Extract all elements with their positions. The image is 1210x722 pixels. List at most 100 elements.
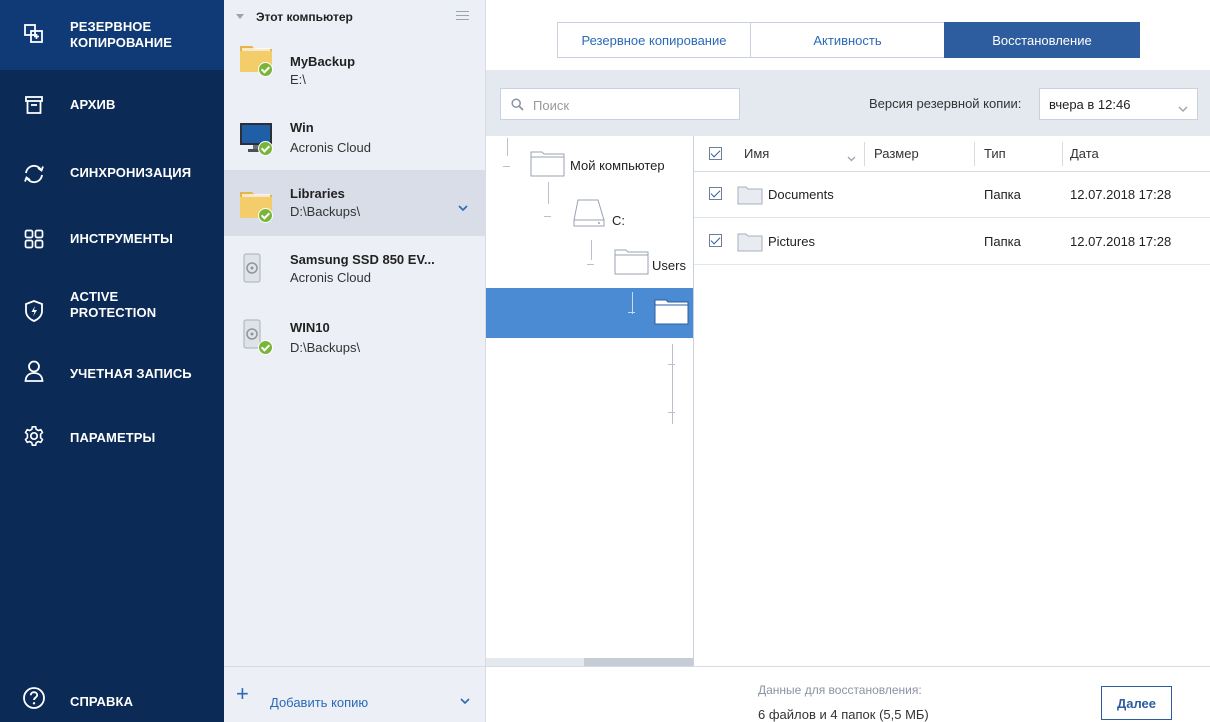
tree-node-label: Users xyxy=(652,258,686,273)
tree-connector xyxy=(544,216,551,217)
file-type: Папка xyxy=(984,187,1021,202)
recovery-view: Резервное копирование Активность Восстан… xyxy=(486,0,1210,722)
backup-item-libraries[interactable]: Libraries D:\Backups\ xyxy=(224,170,486,236)
folder-icon xyxy=(654,298,690,329)
column-separator[interactable] xyxy=(864,142,865,166)
backup-item-name: MyBackup xyxy=(290,54,356,69)
chevron-down-icon[interactable] xyxy=(460,693,470,708)
column-date[interactable]: Дата xyxy=(1070,146,1099,161)
file-name: Pictures xyxy=(768,234,815,249)
backup-item-location: D:\Backups\ xyxy=(290,204,361,219)
search-input[interactable]: Поиск xyxy=(500,88,740,120)
backup-item-win10[interactable]: WIN10 D:\Backups\ xyxy=(224,304,486,370)
row-checkbox[interactable] xyxy=(709,187,722,200)
folder-icon xyxy=(737,185,763,208)
folder-icon xyxy=(737,232,763,255)
shield-bolt-icon xyxy=(22,299,46,323)
backup-item-win[interactable]: Win Acronis Cloud xyxy=(224,100,486,166)
nav-item-label: Архив xyxy=(70,97,116,112)
backup-version-dropdown[interactable]: вчера в 12:46 xyxy=(1039,88,1198,120)
column-name[interactable]: Имя xyxy=(744,146,769,161)
backup-item-location: E:\ xyxy=(290,72,306,87)
nav-item-label: Учетная запись xyxy=(70,366,192,381)
monitor-icon xyxy=(238,120,278,160)
tree-connector xyxy=(668,364,675,365)
file-date: 12.07.2018 17:28 xyxy=(1070,234,1172,249)
chevron-down-icon xyxy=(1178,101,1188,116)
nav-item-active-protection[interactable]: Active Protection xyxy=(0,282,224,340)
main-navigation: Резервное копирование Архив Синхронизаци… xyxy=(0,0,224,722)
nav-item-label: Параметры xyxy=(70,430,156,445)
scrollbar-thumb[interactable] xyxy=(584,658,693,666)
tree-connector xyxy=(587,264,594,265)
backup-item-name: Win xyxy=(290,120,314,135)
tree-node-users[interactable]: Users xyxy=(614,246,693,280)
nav-item-account[interactable]: Учетная запись xyxy=(0,350,224,396)
backup-item-location: D:\Backups\ xyxy=(290,340,361,355)
tree-connector xyxy=(628,312,635,313)
check-badge-icon xyxy=(258,62,273,77)
column-separator[interactable] xyxy=(974,142,975,166)
file-row-documents[interactable]: Documents Папка 12.07.2018 17:28 xyxy=(694,172,1210,218)
backup-item-mybackup[interactable]: MyBackup E:\ xyxy=(224,22,486,88)
add-backup-button[interactable]: + Добавить копию xyxy=(224,666,486,722)
column-size[interactable]: Размер xyxy=(874,146,919,161)
help-circle-icon xyxy=(22,686,46,710)
backup-version-label: Версия резервной копии: xyxy=(869,96,1022,111)
tree-connector xyxy=(507,138,508,156)
row-checkbox[interactable] xyxy=(709,234,722,247)
nav-item-backup[interactable]: Резервное копирование xyxy=(0,0,224,70)
sort-chevron-icon[interactable] xyxy=(847,150,856,165)
folder-icon xyxy=(238,186,278,226)
column-type[interactable]: Тип xyxy=(984,146,1006,161)
column-separator[interactable] xyxy=(1062,142,1063,166)
nav-item-settings[interactable]: Параметры xyxy=(0,414,224,460)
backup-item-samsung-ssd[interactable]: Samsung SSD 850 EV... Acronis Cloud xyxy=(224,238,486,304)
recovery-toolbar: Поиск Версия резервной копии: вчера в 12… xyxy=(486,70,1210,136)
tree-node-selected-folder[interactable] xyxy=(486,288,693,338)
next-button[interactable]: Далее xyxy=(1101,686,1172,720)
nav-item-sync[interactable]: Синхронизация xyxy=(0,148,224,194)
collapse-triangle-icon[interactable] xyxy=(236,14,244,19)
hard-drive-icon xyxy=(572,196,606,233)
nav-item-label: Резервное копирование xyxy=(70,19,172,50)
disk-icon xyxy=(238,318,278,358)
tree-connector xyxy=(503,166,510,167)
select-all-checkbox[interactable] xyxy=(709,147,722,160)
backup-list-panel: Этот компьютер MyBackup E:\ Win Acronis … xyxy=(224,0,486,722)
file-list-header: Имя Размер Тип Дата xyxy=(694,136,1210,172)
file-name: Documents xyxy=(768,187,834,202)
disk-icon xyxy=(238,252,278,292)
chevron-down-icon[interactable] xyxy=(458,200,468,215)
tree-node-label: C: xyxy=(612,213,625,228)
archive-box-icon xyxy=(22,93,46,117)
tree-connector xyxy=(591,240,592,260)
tree-connector xyxy=(632,292,633,314)
tab-recovery[interactable]: Восстановление xyxy=(944,22,1140,58)
grid-icon xyxy=(22,227,46,251)
file-date: 12.07.2018 17:28 xyxy=(1070,187,1172,202)
tab-backup[interactable]: Резервное копирование xyxy=(557,22,751,58)
nav-item-archive[interactable]: Архив xyxy=(0,82,224,128)
tree-horizontal-scrollbar[interactable] xyxy=(486,658,693,666)
backup-version-value: вчера в 12:46 xyxy=(1049,97,1131,112)
nav-item-tools[interactable]: Инструменты xyxy=(0,216,224,262)
backup-item-name: Samsung SSD 850 EV... xyxy=(290,252,435,267)
folder-icon xyxy=(614,248,650,279)
user-icon xyxy=(22,359,46,383)
add-backup-label: Добавить копию xyxy=(270,695,369,710)
file-list: Имя Размер Тип Дата Documents Папка 12.0… xyxy=(694,136,1210,666)
nav-item-label: Синхронизация xyxy=(70,165,192,180)
check-badge-icon xyxy=(258,208,273,223)
check-badge-icon xyxy=(258,340,273,355)
tree-node-my-computer[interactable]: Мой компьютер xyxy=(530,150,693,182)
tree-node-drive-c[interactable]: C: xyxy=(572,194,693,233)
tree-node-label: Мой компьютер xyxy=(570,158,665,173)
recovery-data-label: Данные для восстановления: xyxy=(758,683,922,697)
file-type: Папка xyxy=(984,234,1021,249)
nav-item-help[interactable]: Справка xyxy=(0,680,224,722)
plus-icon: + xyxy=(236,681,249,706)
search-placeholder: Поиск xyxy=(533,98,570,113)
file-row-pictures[interactable]: Pictures Папка 12.07.2018 17:28 xyxy=(694,219,1210,265)
tab-activity[interactable]: Активность xyxy=(750,22,945,58)
